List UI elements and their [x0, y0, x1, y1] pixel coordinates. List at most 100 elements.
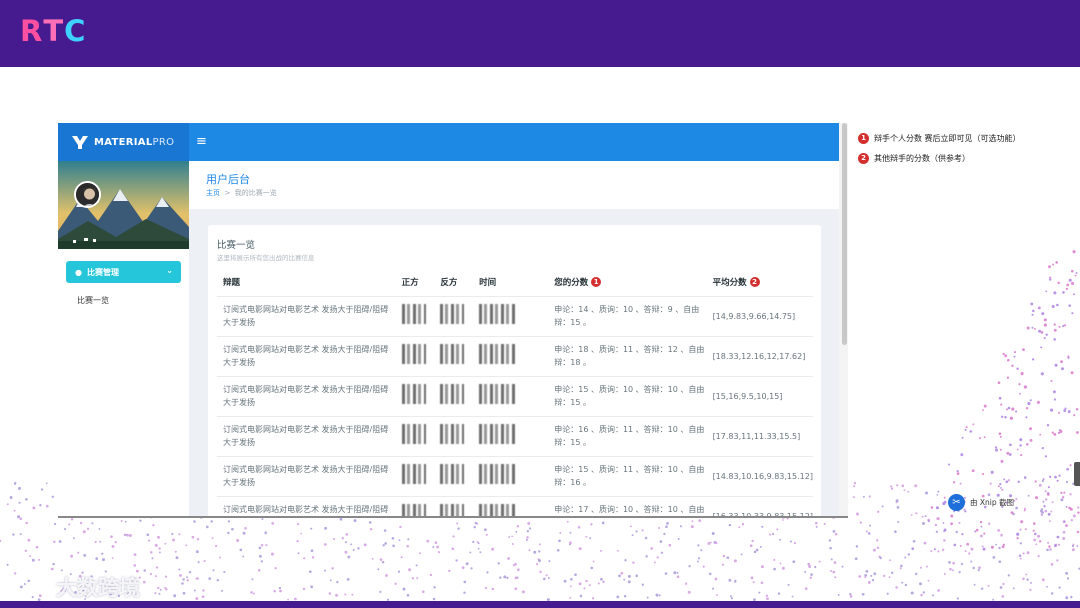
mountain-landscape-image	[58, 161, 189, 249]
logo-letter-c: C	[64, 14, 87, 48]
profile-background	[58, 161, 189, 249]
cell-score: 申论：15 、质询：10 、答辩：10 、自由辩：15 。	[548, 376, 707, 417]
table-row[interactable]: 订阅式电影网站对电影艺术 发扬大于阻碍/阻碍大于发扬 申论：14 、质询：10 、…	[217, 296, 813, 337]
redacted-value	[440, 304, 465, 324]
brand-suffix: PRO	[152, 136, 175, 148]
note-item: 2 其他辩手的分数（供参考）	[858, 153, 1018, 164]
cell-topic: 订阅式电影网站对电影艺术 发扬大于阻碍/阻碍大于发扬	[217, 496, 396, 517]
breadcrumb-current: 我的比赛一览	[234, 189, 277, 197]
chevron-down-icon: ⌄	[166, 266, 173, 275]
note-badge: 1	[858, 133, 869, 144]
match-table: 辩题 正方 反方 时间 您的分数 1 平均分数 2 订阅式电影网站对电影艺术 发…	[217, 268, 813, 517]
annotation-notes: 1 辩手个人分数 赛后立即可见（可选功能） 2 其他辩手的分数（供参考）	[858, 133, 1021, 173]
note-item: 1 辩手个人分数 赛后立即可见（可选功能）	[858, 133, 1021, 144]
redacted-value	[440, 464, 465, 484]
note-text: 辩手个人分数 赛后立即可见（可选功能）	[874, 134, 1021, 143]
cell-con	[434, 416, 474, 457]
sidebar-menu-label: 比赛管理	[86, 267, 119, 277]
xnip-label: 由 Xnip 截图	[970, 498, 1015, 507]
sidebar-menu-match-management[interactable]: ● 比赛管理 ⌄	[66, 261, 181, 283]
page-header: 用户后台 主页 > 我的比赛一览	[189, 161, 839, 209]
table-header-row: 辩题 正方 反方 时间 您的分数 1 平均分数 2	[217, 268, 813, 297]
side-tab-handle[interactable]	[1074, 462, 1080, 486]
card-title: 比赛一览	[217, 240, 256, 251]
page-title: 用户后台	[206, 173, 250, 186]
cell-pro	[395, 296, 435, 337]
redacted-value	[479, 384, 516, 404]
cell-con	[434, 296, 474, 337]
header-con: 反方	[434, 268, 474, 297]
watermark: 大数跨境	[14, 572, 140, 602]
sidebar-item-match-list[interactable]: 比赛一览	[77, 295, 109, 306]
note-text: 其他辩手的分数（供参考）	[874, 154, 970, 163]
redacted-value	[401, 384, 426, 404]
table-row[interactable]: 订阅式电影网站对电影艺术 发扬大于阻碍/阻碍大于发扬 申论：15 、质询：10 、…	[217, 376, 813, 417]
cell-time	[473, 416, 549, 457]
avg-badge: 2	[749, 277, 760, 288]
match-list-card: 比赛一览 这里将展示所有您出战的比赛信息 辩题 正方 反方 时间 您的分数 1 …	[208, 225, 821, 517]
breadcrumb-separator: >	[224, 189, 231, 197]
slide: RTC MATERIALPRO ≡ ● 比赛管理 ⌄ 比赛一览 用户后台 主页 …	[0, 0, 1080, 608]
cell-time	[473, 296, 549, 337]
cell-score: 申论：16 、质询：11 、答辩：10 、自由辩：15 。	[548, 416, 707, 457]
cell-time	[473, 376, 549, 417]
cell-avg: [16.33,10.33,9.83,15.12]	[706, 496, 813, 517]
cell-score: 申论：17 、质询：10 、答辩：10 、自由辩：15 。	[548, 496, 707, 517]
cell-con	[434, 456, 474, 497]
redacted-value	[479, 304, 516, 324]
rtc-logo: RTC	[20, 14, 86, 48]
header-topic: 辩题	[217, 268, 396, 297]
redacted-value	[401, 304, 426, 324]
cell-avg: [14.83,10.16,9.83,15.12]	[706, 456, 813, 497]
cell-score: 申论：18 、质询：11 、答辩：12 、自由辩：18 。	[548, 336, 707, 377]
scrollbar-thumb[interactable]	[842, 123, 847, 345]
redacted-value	[479, 424, 516, 444]
xnip-watermark: ✂ 由 Xnip 截图	[948, 494, 1014, 511]
redacted-value	[440, 384, 465, 404]
app-screenshot: MATERIALPRO ≡ ● 比赛管理 ⌄ 比赛一览 用户后台 主页 > 我的…	[58, 123, 839, 517]
table-row[interactable]: 订阅式电影网站对电影艺术 发扬大于阻碍/阻碍大于发扬 申论：18 、质询：11 、…	[217, 336, 813, 377]
user-avatar[interactable]	[74, 181, 101, 208]
cell-avg: [14,9.83,9.66,14.75]	[706, 296, 813, 337]
cell-time	[473, 336, 549, 377]
redacted-value	[479, 344, 516, 364]
brand-text: MATERIALPRO	[94, 137, 174, 148]
cell-score: 申论：14 、质询：10 、答辩：9 、自由辩：15 。	[548, 296, 707, 337]
cell-pro	[395, 336, 435, 377]
redacted-value	[479, 464, 516, 484]
redacted-value	[440, 344, 465, 364]
brand[interactable]: MATERIALPRO	[58, 123, 189, 161]
app-header: MATERIALPRO ≡	[58, 123, 839, 161]
cell-pro	[395, 496, 435, 517]
redacted-value	[401, 424, 426, 444]
table-row[interactable]: 订阅式电影网站对电影艺术 发扬大于阻碍/阻碍大于发扬 申论：16 、质询：11 、…	[217, 416, 813, 457]
header-pro: 正方	[395, 268, 435, 297]
hamburger-menu-icon[interactable]: ≡	[196, 134, 207, 149]
cell-topic: 订阅式电影网站对电影艺术 发扬大于阻碍/阻碍大于发扬	[217, 336, 396, 377]
cell-topic: 订阅式电影网站对电影艺术 发扬大于阻碍/阻碍大于发扬	[217, 456, 396, 497]
cell-time	[473, 496, 549, 517]
top-banner: RTC	[0, 0, 1080, 67]
logo-letter-t: T	[43, 14, 65, 48]
breadcrumb-home-link[interactable]: 主页	[206, 189, 220, 197]
header-avg-label: 平均分数	[712, 277, 747, 288]
table-row[interactable]: 订阅式电影网站对电影艺术 发扬大于阻碍/阻碍大于发扬 申论：17 、质询：10 、…	[217, 496, 813, 517]
redacted-value	[440, 424, 465, 444]
cell-pro	[395, 456, 435, 497]
cell-avg: [18.33,12.16,12,17.62]	[706, 336, 813, 377]
redacted-value	[401, 464, 426, 484]
cell-con	[434, 496, 474, 517]
cell-topic: 订阅式电影网站对电影艺术 发扬大于阻碍/阻碍大于发扬	[217, 416, 396, 457]
card-subtitle: 这里将展示所有您出战的比赛信息	[217, 254, 315, 262]
header-avg: 平均分数 2	[706, 268, 813, 297]
brand-name: MATERIAL	[94, 136, 153, 148]
header-score-label: 您的分数	[554, 277, 589, 288]
table-row[interactable]: 订阅式电影网站对电影艺术 发扬大于阻碍/阻碍大于发扬 申论：15 、质询：11 、…	[217, 456, 813, 497]
cell-pro	[395, 416, 435, 457]
cell-con	[434, 336, 474, 377]
divider	[58, 516, 848, 518]
sidebar: ● 比赛管理 ⌄ 比赛一览	[58, 161, 189, 517]
cell-con	[434, 376, 474, 417]
cell-topic: 订阅式电影网站对电影艺术 发扬大于阻碍/阻碍大于发扬	[217, 296, 396, 337]
header-score: 您的分数 1	[548, 268, 707, 297]
